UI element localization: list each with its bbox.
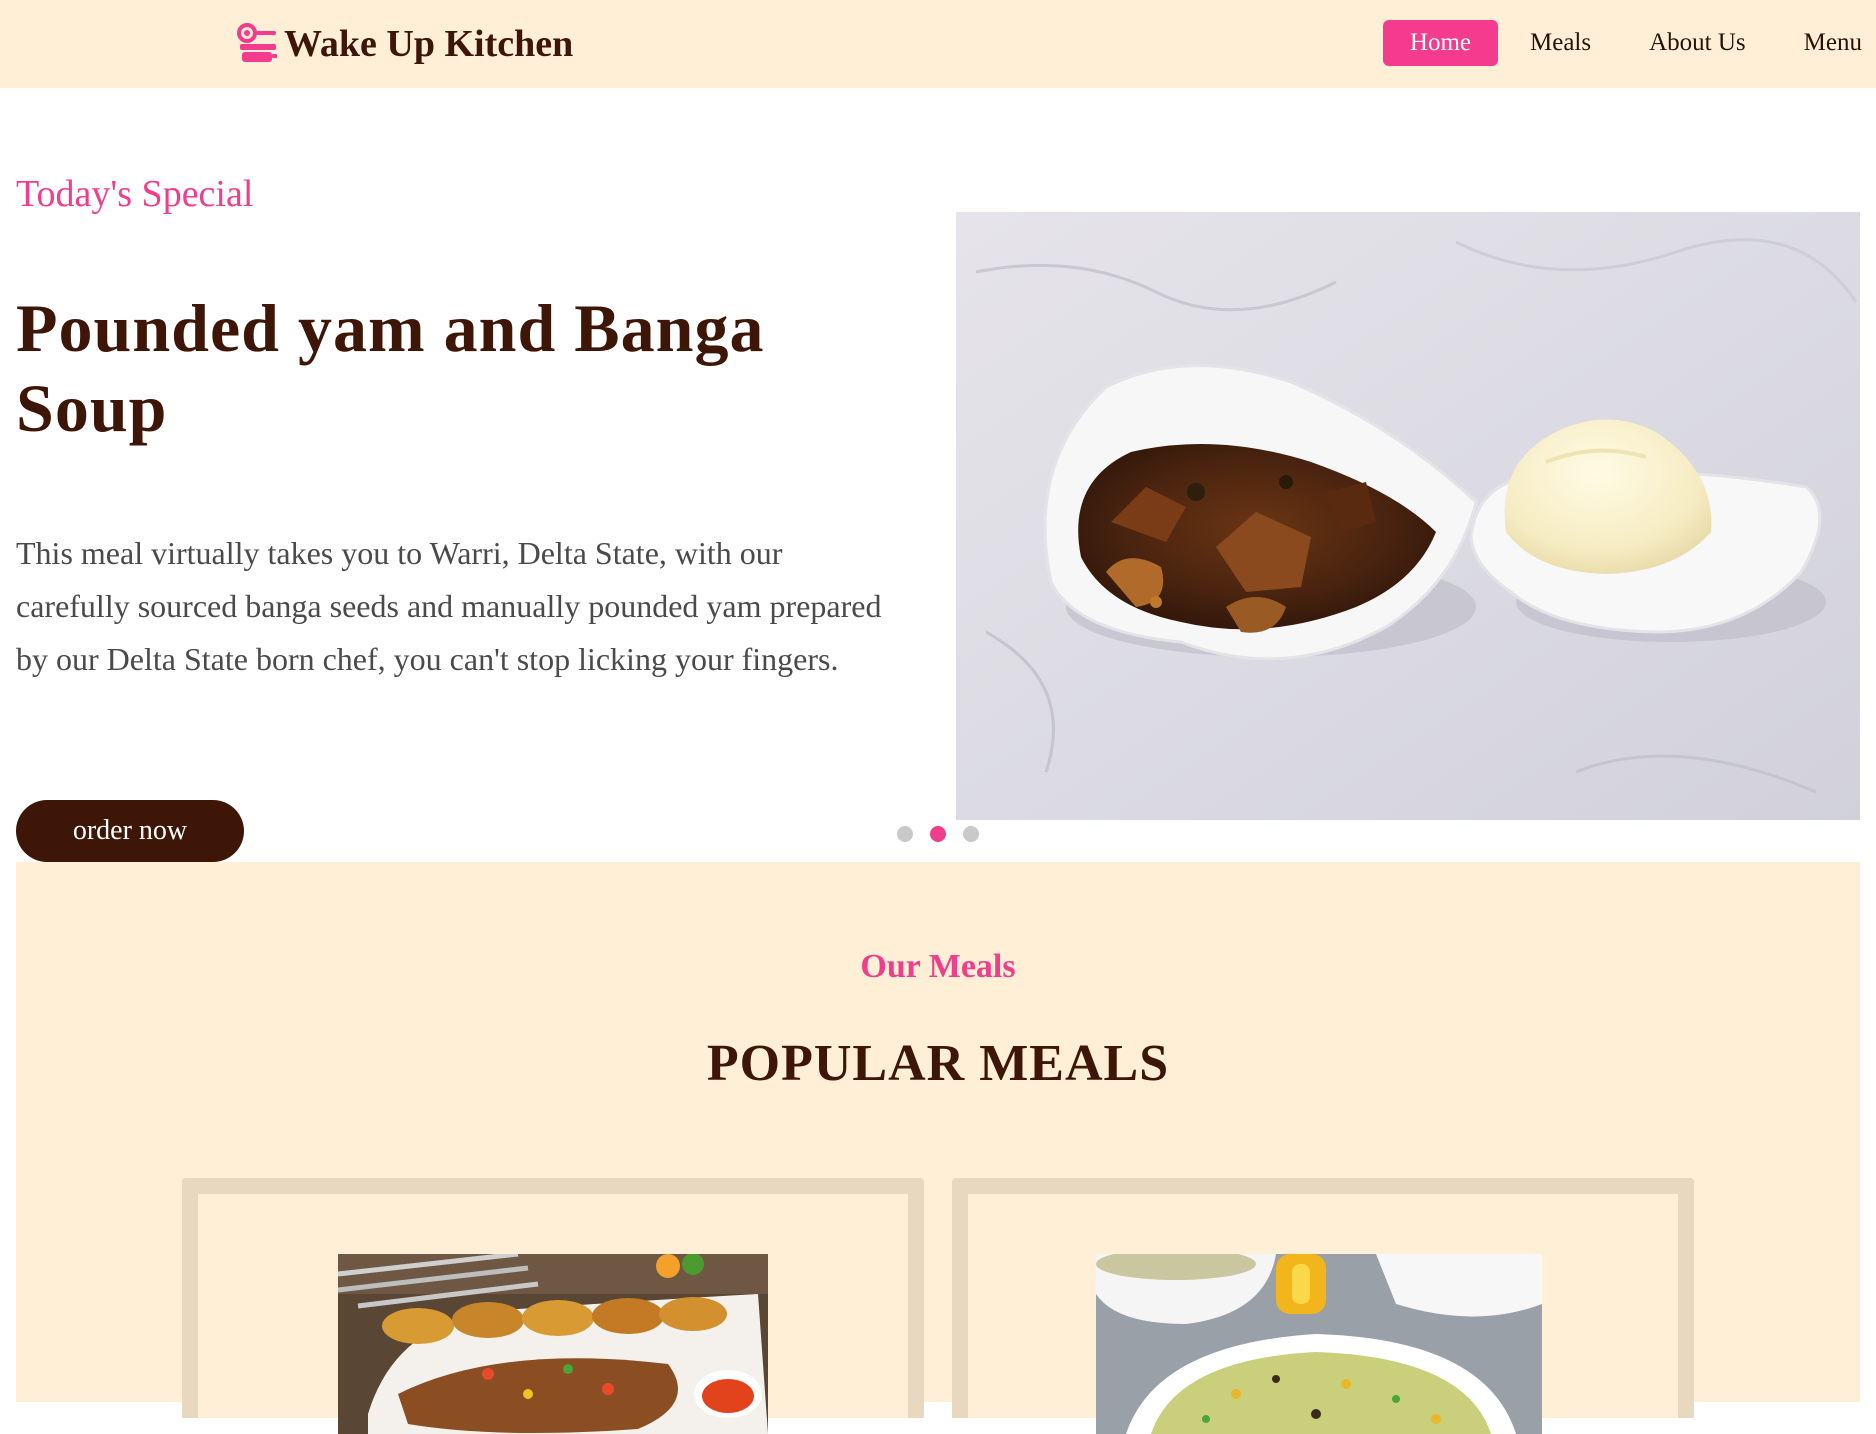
meal-card[interactable] xyxy=(952,1178,1694,1434)
carousel-dot-3[interactable] xyxy=(963,826,979,842)
fried-rice-meal-image xyxy=(1096,1254,1542,1434)
popular-meals-section: Our Meals POPULAR MEALS xyxy=(16,862,1860,1434)
chef-kitchen-icon xyxy=(237,23,277,62)
top-navbar: Wake Up Kitchen Home Meals About Us Menu xyxy=(0,0,1876,88)
nav-home-link[interactable]: Home xyxy=(1382,20,1499,66)
main-nav: Home Meals About Us Menu xyxy=(1382,20,1862,66)
brand-name: Wake Up Kitchen xyxy=(284,23,574,65)
hero-eyebrow: Today's Special xyxy=(16,173,254,215)
carousel-indicators xyxy=(897,826,979,842)
meals-title: POPULAR MEALS xyxy=(706,1035,1170,1092)
nav-about-us-link[interactable]: About Us xyxy=(1649,29,1746,57)
carousel-dot-1[interactable] xyxy=(897,826,913,842)
meal-card[interactable] xyxy=(182,1178,924,1434)
hero-meal-image xyxy=(956,212,1860,820)
nav-meals-link[interactable]: Meals xyxy=(1530,29,1591,57)
carousel-dot-2[interactable] xyxy=(930,826,946,842)
grilled-fish-meal-image xyxy=(338,1254,768,1434)
hero-title: Pounded yam and Banga Soup xyxy=(16,290,765,446)
brand-logo-link[interactable]: Wake Up Kitchen xyxy=(236,20,573,68)
hero-description: This meal virtually takes you to Warri, … xyxy=(16,535,882,677)
meals-eyebrow: Our Meals xyxy=(860,948,1016,985)
order-now-button[interactable]: order now xyxy=(16,800,244,862)
nav-menu-link[interactable]: Menu xyxy=(1804,29,1862,57)
